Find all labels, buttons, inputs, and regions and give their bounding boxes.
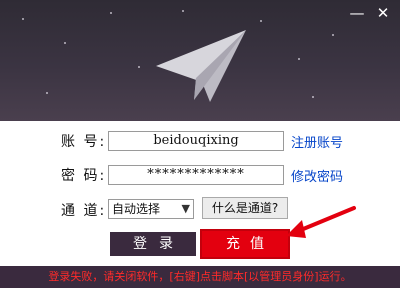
register-account-link[interactable]: 注册账号 xyxy=(291,132,343,151)
password-input[interactable]: ************* xyxy=(108,165,284,185)
password-label: 密 码: xyxy=(61,168,107,184)
status-message: 登录失败，请关闭软件，[右键]点击脚本[以管理员身份]运行。 xyxy=(0,266,400,288)
red-arrow-icon xyxy=(286,206,356,238)
header-banner: — ✕ xyxy=(0,0,400,121)
channel-select[interactable]: 自动选择 ▼ xyxy=(108,199,194,219)
login-window: — ✕ 账 号: beidouqixing 注册账号 密 码: ********… xyxy=(0,0,400,288)
account-input[interactable]: beidouqixing xyxy=(108,131,284,151)
minimize-button[interactable]: — xyxy=(348,4,366,22)
account-label: 账 号: xyxy=(61,134,107,150)
close-button[interactable]: ✕ xyxy=(374,4,392,22)
change-password-link[interactable]: 修改密码 xyxy=(291,166,343,185)
channel-label: 通 道: xyxy=(61,203,107,219)
recharge-button[interactable]: 充值 xyxy=(202,231,288,257)
paper-plane-icon xyxy=(156,30,246,102)
login-button[interactable]: 登录 xyxy=(110,232,196,256)
what-is-channel-button[interactable]: 什么是通道? xyxy=(202,197,288,219)
chevron-down-icon: ▼ xyxy=(181,202,190,215)
channel-select-value: 自动选择 xyxy=(112,202,161,216)
